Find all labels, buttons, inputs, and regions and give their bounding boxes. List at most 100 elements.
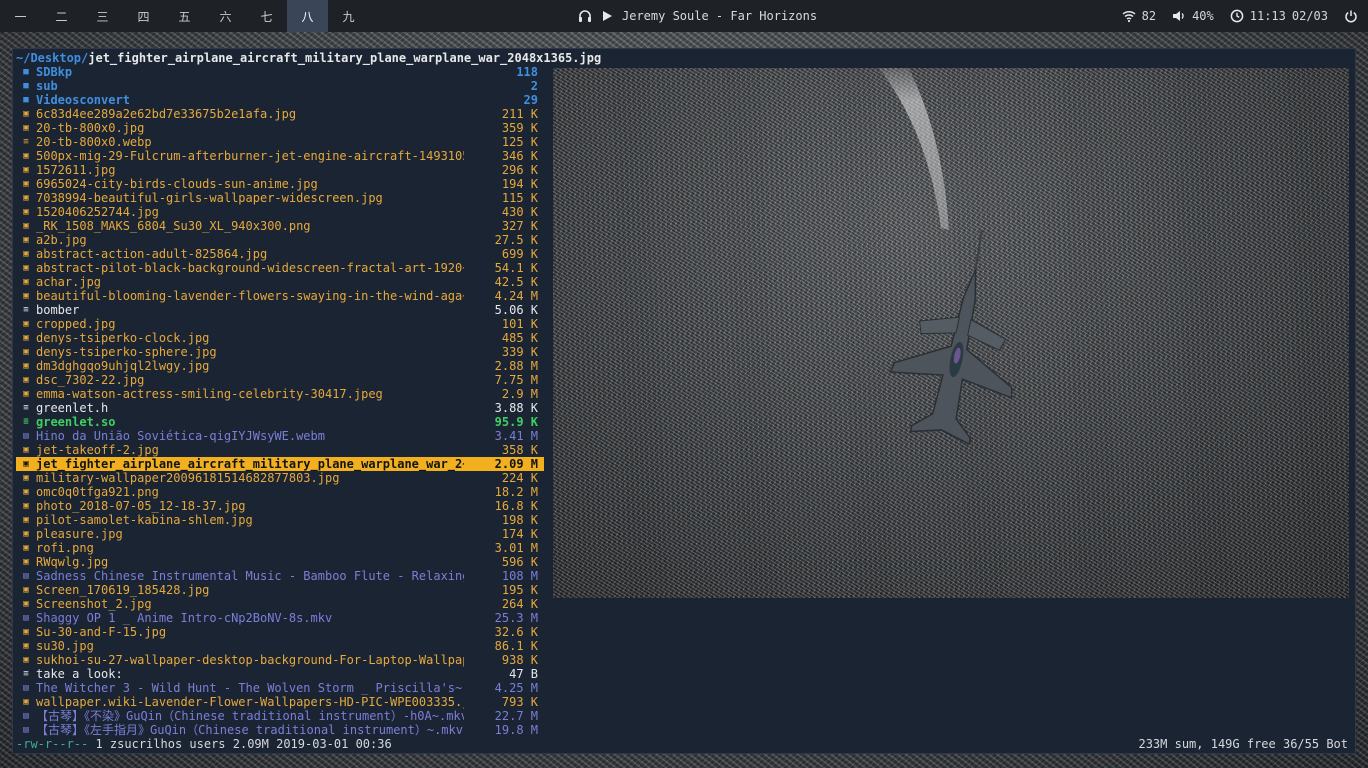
file-row[interactable]: ≡ greenlet.so 95.9 K	[16, 415, 544, 429]
file-row[interactable]: ▣ jet-takeoff-2.jpg 358 K	[16, 443, 544, 457]
file-row[interactable]: ▣ su30.jpg 86.1 K	[16, 639, 544, 653]
file-row[interactable]: ▣ 6965024-city-birds-clouds-sun-anime.jpg…	[16, 177, 544, 191]
file-row[interactable]: ■ SDBkp 118	[16, 65, 544, 79]
file-row[interactable]: ▤ Sadness Chinese Instrumental Music - Ba…	[16, 569, 544, 583]
image-file-icon: ▣	[23, 347, 29, 357]
workspace-button[interactable]: 六	[205, 0, 246, 32]
file-row[interactable]: ▤ 【古琴】《不染》GuQin（Chinese traditional instr…	[16, 709, 544, 723]
file-row[interactable]: ▣ abstract-action-adult-825864.jpg 699 K	[16, 247, 544, 261]
file-size: 339 K	[501, 345, 538, 359]
file-row[interactable]: ≡ bomber 5.06 K	[16, 303, 544, 317]
file-row[interactable]: ▣ 7038994-beautiful-girls-wallpaper-wides…	[16, 191, 544, 205]
file-row[interactable]: ▤ Hino da União Soviética-qigIYJWsyWE.web…	[16, 429, 544, 443]
image-file-icon: ▣	[23, 179, 29, 189]
file-row[interactable]: ▣ Su-30-and-F-15.jpg 32.6 K	[16, 625, 544, 639]
file-row[interactable]: ▤ 【古琴】《左手指月》GuQin（Chinese traditional ins…	[16, 723, 544, 737]
power-button[interactable]	[1344, 9, 1358, 23]
file-row[interactable]: ▤ The Witcher 3 - Wild Hunt - The Wolven …	[16, 681, 544, 695]
file-row-selected[interactable]: ▣ jet_fighter_airplane_aircraft_military_…	[16, 457, 544, 471]
document-icon: ≡	[23, 305, 29, 315]
file-size: 42.5 K	[494, 275, 538, 289]
volume-value: 40%	[1192, 9, 1214, 23]
file-row[interactable]: ▣ military-wallpaper20096181514682877803.…	[16, 471, 544, 485]
status-line: -rw-r--r-- 1 zsucrilhos users 2.09M 2019…	[16, 737, 1352, 751]
wifi-status[interactable]: 82	[1122, 9, 1156, 23]
document-icon: ≡	[23, 417, 29, 427]
file-size: 3.41 M	[494, 429, 538, 443]
media-player: Jeremy Soule - Far Horizons	[578, 0, 817, 32]
file-name: The Witcher 3 - Wild Hunt - The Wolven S…	[36, 681, 464, 695]
file-row[interactable]: ▣ RWqwlg.jpg 596 K	[16, 555, 544, 569]
file-name: SDBkp	[36, 65, 73, 79]
workspace-button[interactable]: 四	[123, 0, 164, 32]
file-row[interactable]: ≡ 20-tb-800x0.webp 125 K	[16, 135, 544, 149]
file-row[interactable]: ▣ Screenshot_2.jpg 264 K	[16, 597, 544, 611]
image-file-icon: ▣	[23, 235, 29, 245]
file-row[interactable]: ■ sub 2	[16, 79, 544, 93]
file-size: 2.9 M	[501, 387, 538, 401]
file-size: 18.2 M	[494, 485, 538, 499]
workspace-button[interactable]: 二	[41, 0, 82, 32]
file-size: 359 K	[501, 121, 538, 135]
file-name: wallpaper.wiki-Lavender-Flower-Wallpaper…	[36, 695, 464, 709]
file-row[interactable]: ▣ Screen_170619_185428.jpg 195 K	[16, 583, 544, 597]
file-name: 6c83d4ee289a2e62bd7e33675b2e1afa.jpg	[36, 107, 297, 121]
file-row[interactable]: ▣ rofi.png 3.01 M	[16, 541, 544, 555]
file-row[interactable]: ▤ Shaggy OP 1 _ Anime Intro-cNp2BoNV-8s.m…	[16, 611, 544, 625]
file-row[interactable]: ■ Videosconvert 29	[16, 93, 544, 107]
file-row[interactable]: ▣ 500px-mig-29-Fulcrum-afterburner-jet-en…	[16, 149, 544, 163]
image-file-icon: ▣	[23, 501, 29, 511]
file-name: military-wallpaper20096181514682877803.j…	[36, 471, 340, 485]
file-row[interactable]: ▣ cropped.jpg 101 K	[16, 317, 544, 331]
file-row[interactable]: ▣ omc0q0tfga921.png 18.2 M	[16, 485, 544, 499]
file-row[interactable]: ▣ dsc_7302-22.jpg 7.75 M	[16, 373, 544, 387]
file-row[interactable]: ▣ a2b.jpg 27.5 K	[16, 233, 544, 247]
now-playing-title: Jeremy Soule - Far Horizons	[622, 9, 818, 23]
file-row[interactable]: ▣ pleasure.jpg 174 K	[16, 527, 544, 541]
image-file-icon: ▣	[23, 655, 29, 665]
headphones-icon[interactable]	[578, 9, 592, 23]
file-size: 2.09 M	[494, 457, 538, 471]
file-row[interactable]: ▣ denys-tsiperko-sphere.jpg 339 K	[16, 345, 544, 359]
file-row[interactable]: ▣ achar.jpg 42.5 K	[16, 275, 544, 289]
wifi-value: 82	[1141, 9, 1157, 23]
file-row[interactable]: ▣ _RK_1508_MAKS_6804_Su30_XL_940x300.png 3…	[16, 219, 544, 233]
file-row[interactable]: ▣ 1572611.jpg 296 K	[16, 163, 544, 177]
file-row[interactable]: ▣ 6c83d4ee289a2e62bd7e33675b2e1afa.jpg 211…	[16, 107, 544, 121]
file-row[interactable]: ▣ pilot-samolet-kabina-shlem.jpg 198 K	[16, 513, 544, 527]
clock-icon	[1230, 9, 1244, 23]
workspace-button[interactable]: 五	[164, 0, 205, 32]
workspace-button[interactable]: 九	[328, 0, 369, 32]
workspace-button[interactable]: 三	[82, 0, 123, 32]
file-name: RWqwlg.jpg	[36, 555, 109, 569]
file-row[interactable]: ▣ abstract-pilot-black-background-widescr…	[16, 261, 544, 275]
play-icon[interactable]	[600, 9, 614, 23]
image-file-icon: ▣	[23, 361, 29, 371]
file-size: 32.6 K	[494, 625, 538, 639]
file-row[interactable]: ≡ greenlet.h 3.88 K	[16, 401, 544, 415]
terminal-window[interactable]: ~/Desktop/jet_fighter_airplane_aircraft_…	[12, 48, 1356, 754]
file-row[interactable]: ▣ 1520406252744.jpg 430 K	[16, 205, 544, 219]
document-icon: ≡	[23, 669, 29, 679]
file-row[interactable]: ▣ emma-watson-actress-smiling-celebrity-3…	[16, 387, 544, 401]
workspace-button[interactable]: 一	[0, 0, 41, 32]
file-row[interactable]: ▣ dm3dghgqo9uhjql2lwgy.jpg 2.88 M	[16, 359, 544, 373]
workspace-button[interactable]: 七	[246, 0, 287, 32]
file-row[interactable]: ≡ take a look: 47 B	[16, 667, 544, 681]
workspace-button[interactable]: 八	[287, 0, 328, 32]
file-row[interactable]: ▣ denys-tsiperko-clock.jpg 485 K	[16, 331, 544, 345]
clock[interactable]: 11:13 02/03	[1230, 9, 1328, 23]
file-row[interactable]: ▣ wallpaper.wiki-Lavender-Flower-Wallpape…	[16, 695, 544, 709]
file-row[interactable]: ▣ 20-tb-800x0.jpg 359 K	[16, 121, 544, 135]
file-size: 346 K	[501, 149, 538, 163]
file-row[interactable]: ▣ photo_2018-07-05_12-18-37.jpg 16.8 K	[16, 499, 544, 513]
file-size: 4.24 M	[494, 289, 538, 303]
file-name: 7038994-beautiful-girls-wallpaper-widesc…	[36, 191, 383, 205]
file-row[interactable]: ▣ beautiful-blooming-lavender-flowers-swa…	[16, 289, 544, 303]
clock-date: 02/03	[1291, 9, 1328, 23]
image-file-icon: ▣	[23, 291, 29, 301]
image-file-icon: ▣	[23, 249, 29, 259]
image-file-icon: ▣	[23, 221, 29, 231]
file-row[interactable]: ▣ sukhoi-su-27-wallpaper-desktop-backgrou…	[16, 653, 544, 667]
volume-status[interactable]: 40%	[1172, 9, 1214, 23]
